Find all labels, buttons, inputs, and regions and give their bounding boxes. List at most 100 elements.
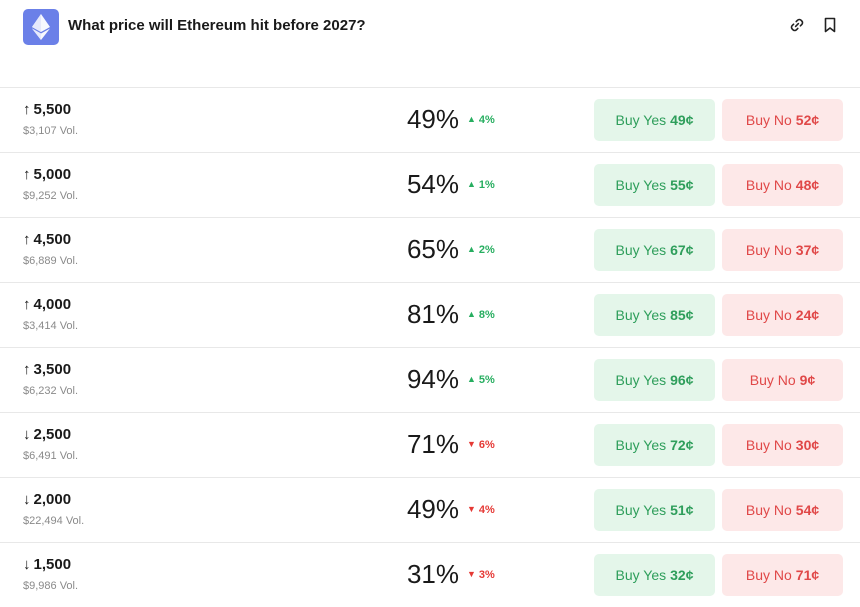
change-value: 6% — [478, 439, 495, 451]
outcome-row: ↑ 4,500 $6,889 Vol. 65% ▲ 2% Buy Yes 67¢ Bu… — [0, 217, 860, 282]
buy-yes-label: Buy Yes — [615, 307, 667, 323]
probability-percent: 49% — [406, 494, 459, 524]
buy-no-label: Buy No — [745, 177, 792, 193]
buy-yes-button[interactable]: Buy Yes 51¢ — [594, 489, 715, 531]
buy-yes-label: Buy Yes — [615, 177, 667, 193]
buy-yes-button[interactable]: Buy Yes 55¢ — [594, 164, 715, 206]
probability-percent: 94% — [406, 364, 459, 394]
change-indicator: ▲ 4% — [467, 114, 495, 126]
buy-yes-button[interactable]: Buy Yes 49¢ — [594, 99, 715, 141]
volume-text: $3,414 Vol. — [23, 320, 79, 332]
change-value: 2% — [478, 244, 495, 256]
buy-yes-price: 49¢ — [670, 112, 694, 128]
buy-yes-label: Buy Yes — [615, 567, 667, 583]
buy-no-price: 48¢ — [795, 177, 820, 193]
probability-percent: 71% — [406, 429, 459, 459]
outcome-row: ↑ 3,500 $6,232 Vol. 94% ▲ 5% Buy Yes 96¢ Bu… — [0, 347, 860, 412]
buy-no-price: 54¢ — [795, 502, 820, 518]
buy-no-label: Buy No — [749, 372, 796, 388]
volume-text: $9,986 Vol. — [23, 580, 79, 592]
market-header: What price will Ethereum hit before 2027… — [0, 0, 860, 60]
change-indicator: ▼ 3% — [467, 569, 495, 581]
buy-yes-label: Buy Yes — [615, 242, 667, 258]
buy-no-button[interactable]: Buy No 71¢ — [722, 554, 843, 596]
buy-no-button[interactable]: Buy No 54¢ — [722, 489, 843, 531]
market-title: What price will Ethereum hit before 2027… — [68, 17, 366, 34]
volume-text: $6,491 Vol. — [23, 450, 79, 462]
buy-no-button[interactable]: Buy No 24¢ — [722, 294, 843, 336]
buy-yes-button[interactable]: Buy Yes 96¢ — [594, 359, 715, 401]
direction-arrow-icon: ↓ — [23, 556, 31, 573]
volume-text: $6,889 Vol. — [23, 255, 79, 267]
buy-yes-button[interactable]: Buy Yes 32¢ — [594, 554, 715, 596]
direction-arrow-icon: ↓ — [23, 426, 31, 443]
link-icon[interactable] — [789, 17, 805, 33]
buy-no-button[interactable]: Buy No 9¢ — [722, 359, 843, 401]
buy-no-label: Buy No — [745, 242, 792, 258]
ethereum-logo — [23, 9, 59, 45]
probability-percent: 65% — [406, 234, 459, 264]
buy-yes-price: 55¢ — [670, 177, 694, 193]
change-indicator: ▼ 6% — [467, 439, 495, 451]
buy-no-button[interactable]: Buy No 48¢ — [722, 164, 843, 206]
direction-arrow-icon: ↑ — [23, 101, 31, 118]
price-target: 5,000 — [33, 166, 72, 183]
buy-yes-button[interactable]: Buy Yes 85¢ — [594, 294, 715, 336]
probability-percent: 49% — [406, 104, 459, 134]
change-indicator: ▲ 1% — [467, 179, 495, 191]
price-target: 4,000 — [33, 296, 72, 313]
change-triangle-icon: ▼ — [467, 569, 476, 579]
buy-yes-label: Buy Yes — [615, 437, 667, 453]
buy-yes-button[interactable]: Buy Yes 67¢ — [594, 229, 715, 271]
buy-yes-price: 72¢ — [670, 437, 694, 453]
volume-text: $6,232 Vol. — [23, 385, 79, 397]
buy-no-price: 24¢ — [795, 307, 820, 323]
change-triangle-icon: ▼ — [467, 439, 476, 449]
change-value: 4% — [478, 504, 495, 516]
buy-no-button[interactable]: Buy No 37¢ — [722, 229, 843, 271]
direction-arrow-icon: ↑ — [23, 166, 31, 183]
change-indicator: ▼ 4% — [467, 504, 495, 516]
buy-no-label: Buy No — [745, 567, 792, 583]
buy-no-label: Buy No — [745, 502, 792, 518]
ethereum-icon — [32, 14, 50, 40]
change-triangle-icon: ▲ — [467, 374, 476, 384]
outcome-list: ↑ 5,500 $3,107 Vol. 49% ▲ 4% Buy Yes 49¢ Bu… — [0, 87, 860, 607]
direction-arrow-icon: ↓ — [23, 491, 31, 508]
change-indicator: ▲ 8% — [467, 309, 495, 321]
change-value: 4% — [478, 114, 495, 126]
price-target: 4,500 — [33, 231, 72, 248]
volume-text: $22,494 Vol. — [23, 515, 85, 527]
buy-no-price: 71¢ — [795, 567, 820, 583]
buy-no-price: 9¢ — [799, 372, 816, 388]
direction-arrow-icon: ↑ — [23, 296, 31, 313]
bookmark-icon[interactable] — [822, 17, 838, 33]
outcome-label: ↓ 2,500 — [23, 426, 71, 443]
outcome-label: ↑ 5,000 — [23, 166, 71, 183]
change-value: 5% — [478, 374, 495, 386]
outcome-label: ↑ 4,000 — [23, 296, 71, 313]
probability-percent: 81% — [406, 299, 459, 329]
outcome-row: ↑ 5,500 $3,107 Vol. 49% ▲ 4% Buy Yes 49¢ Bu… — [0, 87, 860, 152]
probability-percent: 54% — [406, 169, 459, 199]
change-value: 3% — [478, 569, 495, 581]
volume-text: $9,252 Vol. — [23, 190, 79, 202]
outcome-label: ↓ 1,500 — [23, 556, 71, 573]
buy-yes-price: 67¢ — [670, 242, 694, 258]
price-target: 5,500 — [33, 101, 72, 118]
price-target: 1,500 — [33, 556, 72, 573]
buy-no-label: Buy No — [745, 437, 792, 453]
outcome-row: ↑ 5,000 $9,252 Vol. 54% ▲ 1% Buy Yes 55¢ Bu… — [0, 152, 860, 217]
outcome-label: ↑ 4,500 — [23, 231, 71, 248]
change-triangle-icon: ▲ — [467, 309, 476, 319]
outcome-label: ↑ 5,500 — [23, 101, 71, 118]
buy-no-button[interactable]: Buy No 52¢ — [722, 99, 843, 141]
buy-no-button[interactable]: Buy No 30¢ — [722, 424, 843, 466]
buy-yes-price: 32¢ — [670, 567, 694, 583]
change-triangle-icon: ▲ — [467, 114, 476, 124]
buy-yes-label: Buy Yes — [615, 112, 667, 128]
outcome-label: ↑ 3,500 — [23, 361, 71, 378]
buy-no-label: Buy No — [745, 307, 792, 323]
direction-arrow-icon: ↑ — [23, 361, 31, 378]
buy-yes-button[interactable]: Buy Yes 72¢ — [594, 424, 715, 466]
